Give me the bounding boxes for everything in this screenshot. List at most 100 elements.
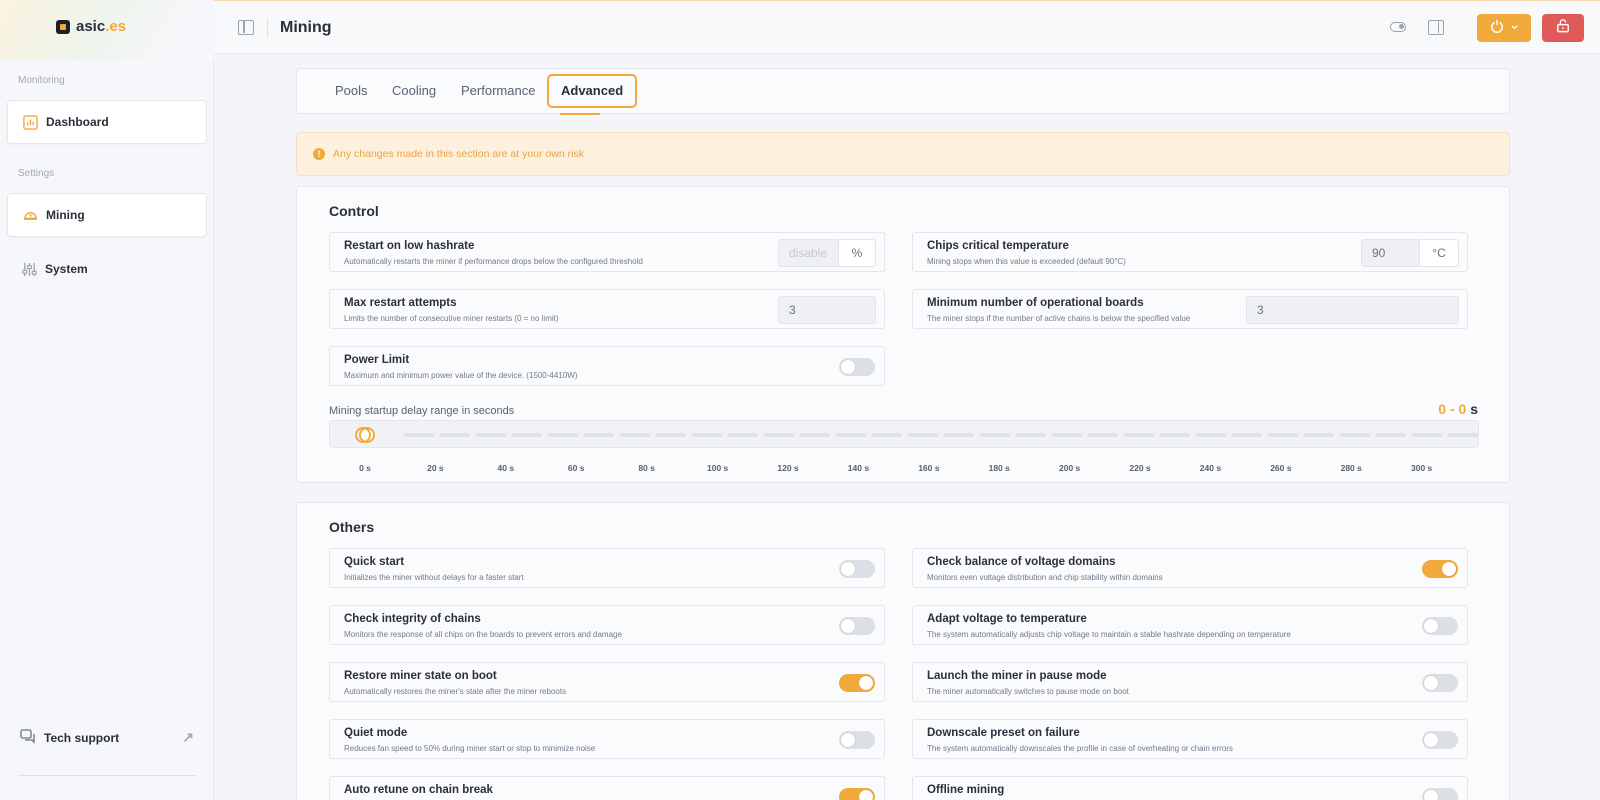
setting-label: Quiet mode: [344, 727, 408, 739]
startup-delay-label: Mining startup delay range in seconds: [329, 405, 515, 417]
slider-tick-label: 60 s: [567, 463, 585, 473]
slider-segment: [728, 433, 758, 437]
slider-segment: [548, 433, 578, 437]
panel-toggle-icon[interactable]: [1428, 20, 1444, 35]
tab-performance[interactable]: Performance: [461, 83, 535, 98]
slider-thumb[interactable]: [355, 427, 375, 443]
max-restart-attempts-setting: Max restart attempts Limits the number o…: [329, 289, 885, 329]
setting-label: Restart on low hashrate: [344, 240, 475, 252]
slider-tick-label: 0 s: [359, 463, 371, 473]
max-restart-attempts-input[interactable]: 3: [778, 296, 876, 324]
slider-tick-label: 160 s: [918, 463, 940, 473]
slider-segment: [1016, 433, 1046, 437]
tech-support-link[interactable]: Tech support ↗: [20, 728, 194, 747]
slider-segment: [512, 433, 542, 437]
setting-label: Power Limit: [344, 354, 410, 366]
tab-cooling[interactable]: Cooling: [392, 83, 436, 98]
slider-segment: [1340, 433, 1370, 437]
slider-segment: [1304, 433, 1334, 437]
setting-toggle[interactable]: [1422, 617, 1458, 635]
sidebar-divider: [18, 775, 196, 776]
logo[interactable]: asic.es: [56, 18, 126, 35]
chat-icon: [20, 728, 36, 747]
warning-icon: !: [313, 148, 325, 160]
others-setting: Restore miner state on boot Automatically…: [329, 662, 885, 702]
slider-tick-label: 260 s: [1270, 463, 1292, 473]
setting-toggle[interactable]: [1422, 560, 1458, 578]
sidebar: asic.es Monitoring Dashboard Settings Mi…: [0, 0, 214, 800]
hashrate-threshold-input[interactable]: disable: [778, 239, 839, 267]
setting-label: Launch the miner in pause mode: [927, 670, 1107, 682]
setting-label: Quick start: [344, 556, 405, 568]
slider-segment: [440, 433, 470, 437]
setting-description: Limits the number of consecutive miner r…: [344, 314, 559, 323]
percent-unit: %: [838, 239, 876, 267]
lock-button[interactable]: [1542, 14, 1584, 42]
tabs-bar: Pools Cooling Performance Advanced: [296, 68, 1510, 115]
risk-warning-banner: ! Any changes made in this section are a…: [296, 132, 1510, 176]
settings-section-label: Settings: [18, 168, 55, 179]
theme-toggle-icon[interactable]: [1390, 22, 1406, 32]
startup-delay-value: 0 - 0 s: [1438, 401, 1478, 417]
setting-toggle[interactable]: [1422, 674, 1458, 692]
power-limit-setting: Power Limit Maximum and minimum power va…: [329, 346, 885, 386]
setting-description: Monitors even voltage distribution and c…: [927, 573, 1163, 582]
tab-advanced[interactable]: Advanced: [547, 74, 638, 108]
others-setting: Downscale preset on failure The system au…: [912, 719, 1468, 759]
sidebar-item-system[interactable]: System: [7, 247, 207, 291]
setting-toggle[interactable]: [1422, 788, 1458, 800]
slider-tick-label: 20 s: [427, 463, 444, 473]
setting-label: Check integrity of chains: [344, 613, 481, 625]
slider-segment: [692, 433, 722, 437]
setting-toggle[interactable]: [1422, 731, 1458, 749]
setting-toggle[interactable]: [839, 617, 875, 635]
others-card: Others Quick start Initializes the miner …: [296, 502, 1510, 800]
others-title: Others: [329, 519, 375, 535]
setting-label: Adapt voltage to temperature: [927, 613, 1087, 625]
chart-icon: [22, 114, 38, 130]
others-setting: Launch the miner in pause mode The miner …: [912, 662, 1468, 702]
setting-toggle[interactable]: [839, 674, 875, 692]
celsius-unit: °C: [1419, 239, 1459, 267]
slider-segment: [944, 433, 974, 437]
slider-tick-label: 100 s: [707, 463, 729, 473]
slider-segment: [620, 433, 650, 437]
warning-text: Any changes made in this section are at …: [333, 148, 584, 160]
setting-toggle[interactable]: [839, 788, 875, 800]
setting-label: Downscale preset on failure: [927, 727, 1080, 739]
slider-segment: [1160, 433, 1190, 437]
setting-toggle[interactable]: [839, 560, 875, 578]
others-setting: Quick start Initializes the miner without…: [329, 548, 885, 588]
setting-description: The system automatically downscales the …: [927, 744, 1233, 753]
sidebar-item-label: Dashboard: [46, 115, 109, 129]
tech-support-label: Tech support: [44, 730, 120, 745]
chips-critical-temp-setting: Chips critical temperature Mining stops …: [912, 232, 1468, 272]
slider-segment: [584, 433, 614, 437]
tab-pools[interactable]: Pools: [335, 83, 368, 98]
control-title: Control: [329, 203, 379, 219]
setting-description: Maximum and minimum power value of the d…: [344, 371, 578, 380]
slider-tick-label: 140 s: [847, 463, 870, 473]
slider-tick-label: 240 s: [1199, 463, 1222, 473]
header-divider: [267, 18, 268, 38]
logo-icon: [56, 19, 70, 34]
chevron-down-icon: [1510, 19, 1519, 37]
sidebar-toggle-icon[interactable]: [238, 20, 254, 35]
setting-description: Initializes the miner without delays for…: [344, 573, 524, 582]
power-menu-button[interactable]: [1477, 14, 1531, 42]
setting-description: Automatically restarts the miner if perf…: [344, 257, 643, 266]
slider-segment: [1196, 433, 1226, 437]
slider-segment: [1232, 433, 1262, 437]
setting-toggle[interactable]: [839, 731, 875, 749]
slider-segment: [764, 433, 794, 437]
critical-temp-input[interactable]: 90: [1361, 239, 1420, 267]
startup-delay-slider[interactable]: [329, 420, 1479, 448]
sidebar-item-mining[interactable]: Mining: [7, 193, 207, 237]
setting-description: The miner stops if the number of active …: [927, 314, 1191, 323]
min-boards-input[interactable]: 3: [1246, 296, 1459, 324]
setting-description: Monitors the response of all chips on th…: [344, 630, 622, 639]
slider-segment: [1376, 433, 1406, 437]
sidebar-item-dashboard[interactable]: Dashboard: [7, 100, 207, 144]
slider-tick-label: 220 s: [1129, 463, 1151, 473]
power-limit-toggle[interactable]: [839, 358, 875, 376]
